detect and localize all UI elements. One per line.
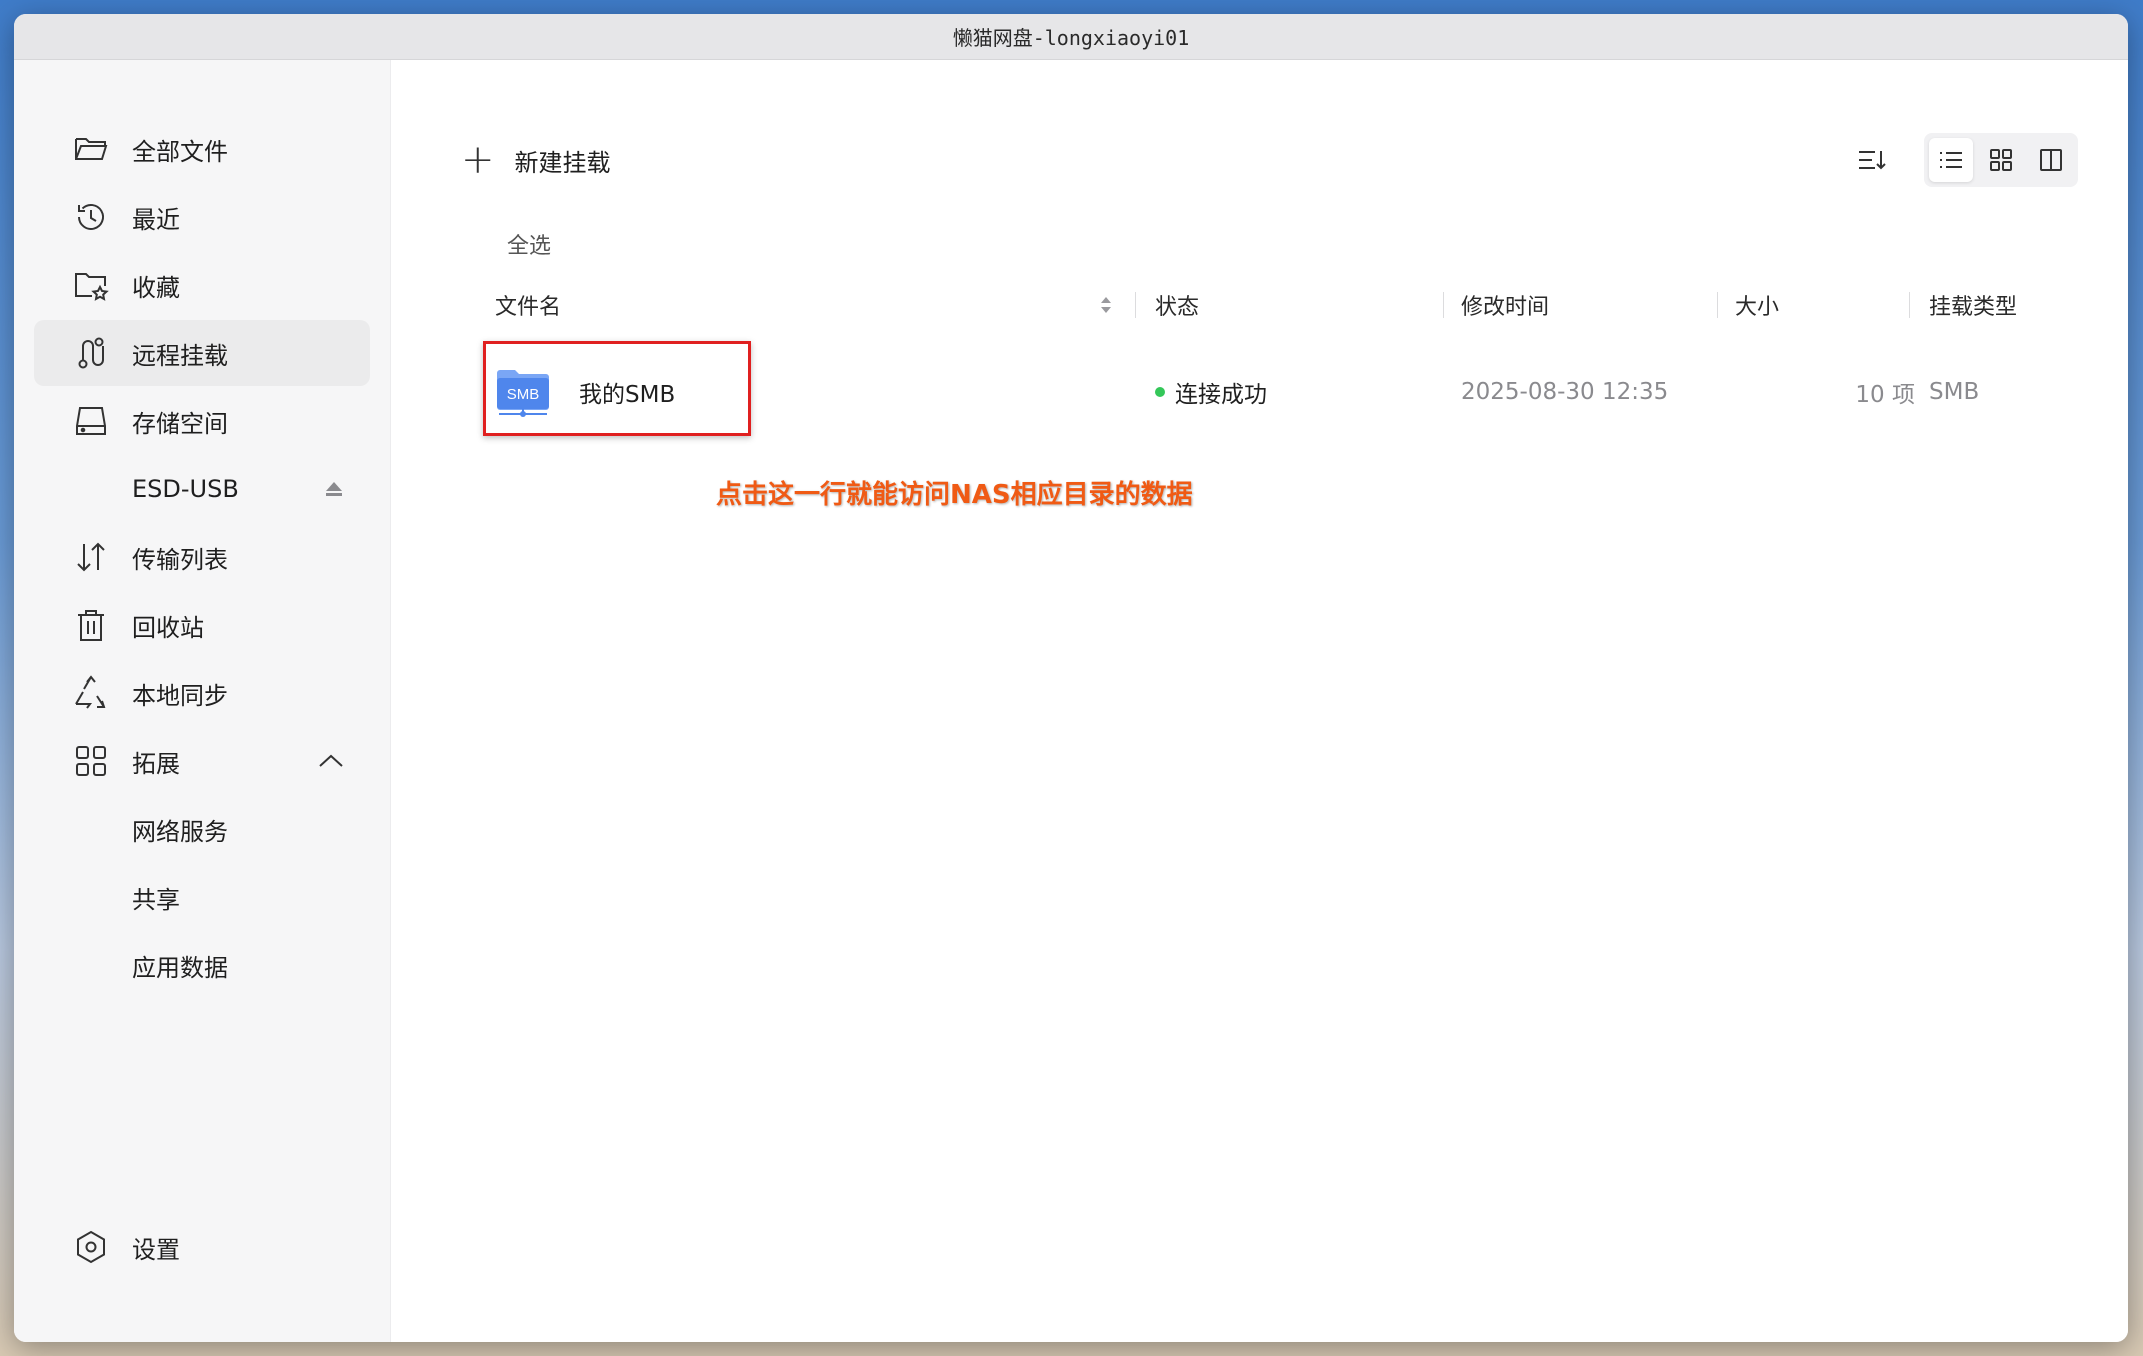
window-title: 懒猫网盘-longxiaoyi01 (952, 26, 1190, 50)
new-mount-button[interactable]: + 新建挂载 (461, 140, 611, 180)
sidebar-item-label: 回收站 (132, 613, 204, 642)
app-window: 懒猫网盘-longxiaoyi01 全部文件 最近 收藏 远程挂载 存储空间 E… (14, 14, 2128, 1342)
split-view-button[interactable] (2029, 138, 2073, 182)
view-mode-group (1924, 133, 2078, 187)
column-divider (1443, 292, 1444, 318)
toolbar: + 新建挂载 (461, 130, 2078, 190)
column-header-label: 挂载类型 (1929, 295, 2018, 320)
chevron-up-icon[interactable] (318, 753, 344, 769)
row-size: 10 项 (1855, 382, 1915, 408)
sidebar-item-extensions[interactable]: 拓展 (34, 728, 370, 794)
sidebar-item-favorites[interactable]: 收藏 (34, 252, 370, 318)
sidebar-settings: 设置 (34, 1214, 370, 1282)
sidebar-item-esd-usb[interactable]: ESD-USB (34, 456, 370, 522)
select-all-button[interactable]: 全选 (507, 228, 551, 260)
sidebar-item-label: 本地同步 (132, 681, 228, 710)
sidebar-item-all-files[interactable]: 全部文件 (34, 116, 370, 182)
sidebar: 全部文件 最近 收藏 远程挂载 存储空间 ESD-USB 传输列表 回收站 本地… (14, 60, 391, 1342)
hard-drive-icon (70, 400, 112, 442)
split-view-icon (2040, 149, 2062, 171)
new-mount-label: 新建挂载 (514, 148, 611, 177)
list-view-button[interactable] (1929, 138, 1973, 182)
sidebar-item-label: 共享 (132, 885, 180, 914)
row-size-cell: 10 项 (1735, 352, 1915, 432)
sidebar-item-recent[interactable]: 最近 (34, 184, 370, 250)
sidebar-item-label: 设置 (132, 1235, 180, 1264)
sidebar-item-label: 拓展 (132, 749, 180, 778)
sort-toggle-icon[interactable] (1099, 280, 1113, 330)
column-divider (1909, 292, 1910, 318)
eject-icon[interactable] (324, 480, 344, 498)
remote-mount-icon (70, 332, 112, 374)
sync-icon (70, 672, 112, 714)
column-header-label: 状态 (1155, 295, 1200, 320)
sidebar-item-settings[interactable]: 设置 (34, 1214, 370, 1280)
column-divider (1135, 292, 1136, 318)
row-modified: 2025-08-30 12:35 (1461, 379, 1669, 405)
sidebar-item-label: 应用数据 (132, 953, 228, 982)
sidebar-item-share[interactable]: 共享 (34, 864, 370, 930)
sidebar-item-local-sync[interactable]: 本地同步 (34, 660, 370, 726)
sidebar-item-app-data[interactable]: 应用数据 (34, 932, 370, 998)
sidebar-item-label: ESD-USB (132, 475, 239, 503)
row-status: 连接成功 (1175, 382, 1267, 408)
sidebar-item-label: 最近 (132, 205, 180, 234)
sidebar-item-label: 网络服务 (132, 817, 228, 846)
column-header-mount-type[interactable]: 挂载类型 (1929, 280, 2017, 330)
row-status-cell: 连接成功 (1155, 352, 1267, 432)
transfer-icon (70, 536, 112, 578)
folder-star-icon (70, 264, 112, 306)
column-header-name[interactable]: 文件名 (495, 280, 561, 330)
sidebar-nav: 全部文件 最近 收藏 远程挂载 存储空间 ESD-USB 传输列表 回收站 本地… (34, 116, 370, 1000)
column-divider (1717, 292, 1718, 318)
sidebar-item-label: 传输列表 (132, 545, 228, 574)
column-header-modified[interactable]: 修改时间 (1461, 280, 1549, 330)
column-header-label: 文件名 (495, 295, 562, 320)
history-icon (70, 196, 112, 238)
list-view-icon (1940, 152, 1962, 168)
main-content: + 新建挂载 全选 文件名 状态 修改时间 大小 挂载类型 SMB 我的SMB … (391, 60, 2128, 1342)
trash-icon (70, 604, 112, 646)
column-header-label: 修改时间 (1461, 295, 1550, 320)
sort-button[interactable] (1850, 138, 1894, 182)
sidebar-item-remote-mount[interactable]: 远程挂载 (34, 320, 370, 386)
row-mount-type: SMB (1929, 379, 1980, 405)
sidebar-item-network-services[interactable]: 网络服务 (34, 796, 370, 862)
grid-view-icon (1990, 149, 2012, 171)
sidebar-item-transfers[interactable]: 传输列表 (34, 524, 370, 590)
grid-view-button[interactable] (1979, 138, 2023, 182)
row-modified-cell: 2025-08-30 12:35 (1461, 352, 1668, 432)
column-header-size[interactable]: 大小 (1735, 280, 1779, 330)
annotation-highlight-box (483, 341, 751, 436)
column-header-status[interactable]: 状态 (1155, 280, 1199, 330)
sidebar-item-label: 收藏 (132, 273, 180, 302)
sidebar-item-label: 存储空间 (132, 409, 228, 438)
sidebar-item-recycle-bin[interactable]: 回收站 (34, 592, 370, 658)
sidebar-item-storage[interactable]: 存储空间 (34, 388, 370, 454)
window-titlebar: 懒猫网盘-longxiaoyi01 (14, 14, 2128, 60)
sidebar-item-label: 远程挂载 (132, 341, 228, 370)
column-header-label: 大小 (1735, 295, 1780, 320)
sidebar-item-label: 全部文件 (132, 137, 228, 166)
settings-icon (70, 1226, 112, 1268)
table-header: 文件名 状态 修改时间 大小 挂载类型 (495, 280, 2078, 330)
plus-icon: + (461, 137, 495, 183)
row-mount-type-cell: SMB (1929, 352, 1979, 432)
annotation-text: 点击这一行就能访问NAS相应目录的数据 (716, 480, 1193, 510)
sort-icon (1859, 151, 1886, 170)
grid-apps-icon (70, 740, 112, 782)
folder-open-icon (70, 128, 112, 170)
status-dot-icon (1155, 387, 1165, 397)
